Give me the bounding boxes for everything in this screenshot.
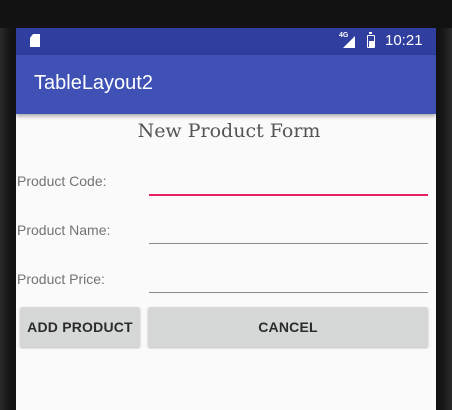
- app-title: TableLayout2: [34, 72, 153, 94]
- signal-icon: [343, 36, 355, 48]
- battery-icon: [367, 32, 375, 48]
- form-title: New Product Form: [137, 120, 321, 142]
- device-frame: 4G 10:21 TableLayout2 New Product Form P…: [0, 0, 452, 410]
- phone-screen: 4G 10:21 TableLayout2 New Product Form P…: [16, 28, 436, 410]
- sd-card-icon: [30, 34, 40, 47]
- status-bar: 4G 10:21: [16, 28, 436, 55]
- product-price-label: Product Price:: [17, 271, 105, 287]
- device-bezel: [0, 0, 452, 28]
- add-product-button[interactable]: ADD PRODUCT: [20, 307, 140, 347]
- cancel-button[interactable]: CANCEL: [148, 307, 428, 347]
- status-time: 10:21: [385, 32, 423, 49]
- product-name-input[interactable]: [149, 217, 428, 244]
- product-name-label: Product Name:: [17, 222, 111, 238]
- product-price-input[interactable]: [149, 266, 428, 293]
- product-code-label: Product Code:: [17, 173, 107, 189]
- product-code-input[interactable]: [149, 168, 428, 196]
- app-bar: TableLayout2: [16, 55, 436, 114]
